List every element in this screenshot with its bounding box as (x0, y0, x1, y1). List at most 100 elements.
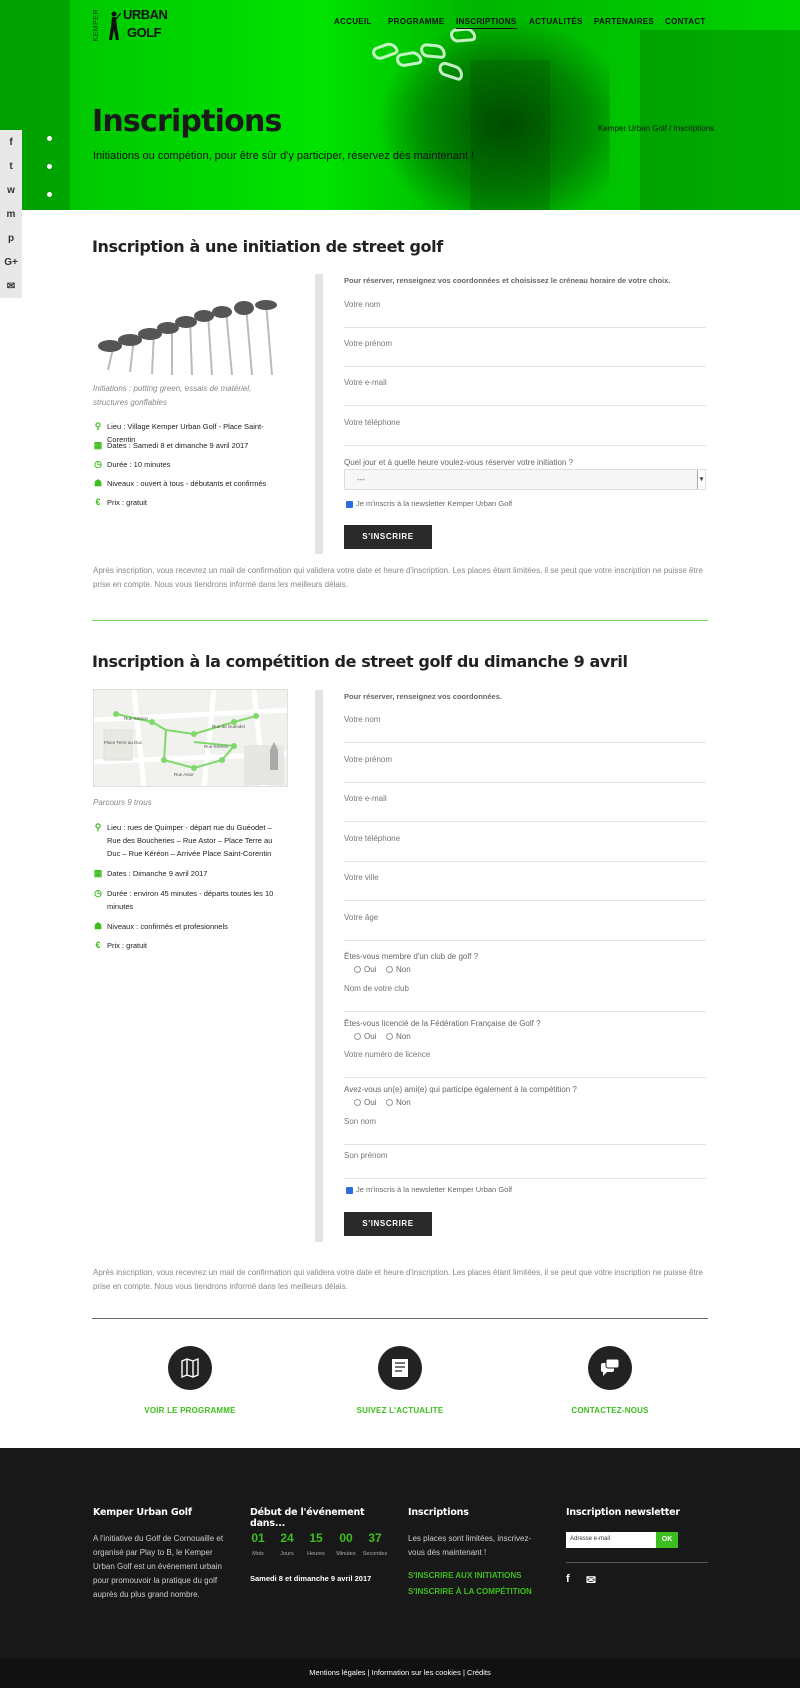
radio-icon[interactable] (354, 1099, 361, 1107)
whatsapp-icon[interactable]: w (0, 178, 22, 202)
map-label: Rue du Guéodet (212, 724, 246, 729)
nav-partenaires[interactable]: PARTENAIRES (594, 17, 654, 26)
feature-label[interactable]: SUIVEZ L'ACTUALITE (300, 1406, 500, 1415)
euro-icon: € (95, 497, 101, 507)
checkbox-icon[interactable] (346, 500, 353, 508)
slider-dot[interactable] (47, 164, 52, 169)
radio-icon[interactable] (354, 1033, 361, 1041)
club-question: Êtes-vous membre d'un club de golf ? (344, 952, 479, 961)
event-dates: Samedi 8 et dimanche 9 avril 2017 (250, 1572, 371, 1586)
radio-icon[interactable] (354, 966, 361, 974)
age-field[interactable]: Votre âge (344, 913, 706, 941)
golf-clubs-image (98, 300, 277, 376)
main-nav: ACCUEIL PROGRAMME INSCRIPTIONS ACTUALITÉ… (0, 17, 800, 31)
footer-newsletter: Inscription newsletter (566, 1507, 706, 1518)
newsletter-ok-button[interactable]: OK (656, 1532, 678, 1548)
news-icon[interactable] (378, 1346, 422, 1390)
info-text: Prix : gratuit (107, 498, 148, 507)
friend-yes-radio[interactable]: Oui (354, 1098, 376, 1107)
nav-accueil[interactable]: ACCUEIL (334, 17, 372, 26)
form-lead: Pour réserver, renseignez vos coordonnée… (344, 276, 671, 285)
footer-about-text: A l'initiative du Golf de Cornouaille et… (93, 1534, 224, 1599)
name-field[interactable]: Votre nom (344, 300, 706, 328)
google-plus-icon[interactable]: G+ (0, 250, 22, 274)
email-icon[interactable]: ✉ (586, 1573, 600, 1587)
footer-countdown: Début de l'événement dans... (250, 1507, 400, 1529)
city-field[interactable]: Votre ville (344, 873, 706, 901)
radio-label: Non (396, 1032, 411, 1041)
friend-name-field[interactable]: Son nom (344, 1117, 706, 1145)
page-subtitle: Initiations ou compétion, pour être sûr … (93, 150, 475, 162)
link-initiations[interactable]: S'INSCRIRE AUX INITIATIONS (408, 1571, 521, 1580)
feature-label[interactable]: VOIR LE PROGRAMME (90, 1406, 290, 1415)
nav-contact[interactable]: CONTACT (665, 17, 706, 26)
chat-icon[interactable] (588, 1346, 632, 1390)
submit-competition-button[interactable]: S'INSCRIRE (344, 1212, 432, 1236)
field-label: Votre âge (344, 913, 379, 922)
field-label: Votre téléphone (344, 418, 401, 427)
phone-field[interactable]: Votre téléphone (344, 834, 706, 862)
radio-icon[interactable] (386, 1099, 393, 1107)
licence-number-field[interactable]: Votre numéro de licence (344, 1050, 706, 1078)
feature-label[interactable]: CONTACTEZ-NOUS (510, 1406, 710, 1415)
email-icon[interactable]: ✉ (0, 274, 22, 298)
facebook-icon[interactable]: f (566, 1573, 580, 1587)
email-field[interactable]: Votre e-mail (344, 794, 706, 822)
newsletter-checkbox[interactable]: Je m'inscris à la newsletter Kemper Urba… (346, 1185, 512, 1194)
footer-bottom-links[interactable]: Mentions légales | Information sur les c… (0, 1658, 800, 1688)
page-title: Inscriptions (92, 104, 282, 139)
map-icon[interactable] (168, 1346, 212, 1390)
nav-programme[interactable]: PROGRAMME (388, 17, 444, 26)
countdown-unit: Heures (307, 1551, 325, 1557)
friend-no-radio[interactable]: Non (386, 1098, 411, 1107)
info-text: Prix : gratuit (107, 941, 148, 950)
map-label: Rue Astor (174, 772, 194, 777)
messenger-icon[interactable]: m (0, 202, 22, 226)
map-label: Place Terre au Duc (104, 740, 143, 745)
slider-dot[interactable] (47, 192, 52, 197)
firstname-field[interactable]: Votre prénom (344, 339, 706, 367)
map-label: Rue Kéréon (124, 716, 149, 721)
initiation-note: Après inscription, vous recevrez un mail… (93, 566, 703, 589)
initiation-title: Inscription à une initiation de street g… (92, 237, 443, 256)
footer-inscriptions: Inscriptions Les places sont limitées, i… (408, 1507, 548, 1560)
pinterest-icon[interactable]: p (0, 226, 22, 250)
radio-icon[interactable] (386, 966, 393, 974)
name-field[interactable]: Votre nom (344, 715, 706, 743)
hero-building (640, 30, 800, 210)
submit-initiation-button[interactable]: S'INSCRIRE (344, 525, 432, 549)
licence-yes-radio[interactable]: Oui (354, 1032, 376, 1041)
firstname-field[interactable]: Votre prénom (344, 755, 706, 783)
phone-field[interactable]: Votre téléphone (344, 418, 706, 446)
section-divider (92, 1318, 708, 1319)
newsletter-label: Je m'inscris à la newsletter Kemper Urba… (356, 1185, 513, 1194)
competition-title: Inscription à la compétition de street g… (92, 652, 628, 671)
form-divider (315, 690, 323, 1242)
calendar-icon: ▦ (93, 440, 103, 450)
nav-actualites[interactable]: ACTUALITÉS (529, 17, 583, 26)
newsletter-email-input[interactable]: Adresse e-mail (566, 1532, 656, 1548)
checkbox-icon[interactable] (346, 1186, 353, 1194)
facebook-icon[interactable]: f (0, 130, 22, 154)
breadcrumb[interactable]: Kemper Urban Golf / Inscriptions (598, 124, 714, 133)
club-no-radio[interactable]: Non (386, 965, 411, 974)
email-field[interactable]: Votre e-mail (344, 378, 706, 406)
slider-dot[interactable] (47, 136, 52, 141)
location-icon: ⚲ (94, 421, 102, 431)
initiation-caption: Initiations : putting green, essais de m… (93, 384, 252, 407)
link-competition[interactable]: S'INSCRIRE À LA COMPÉTITION (408, 1587, 532, 1596)
countdown-unit: Minutes (336, 1551, 356, 1557)
field-label: Votre ville (344, 873, 379, 882)
licence-no-radio[interactable]: Non (386, 1032, 411, 1041)
radio-icon[interactable] (386, 1033, 393, 1041)
friend-firstname-field[interactable]: Son prénom (344, 1151, 706, 1179)
info-text: Dates : Samedi 8 et dimanche 9 avril 201… (107, 441, 249, 450)
club-yes-radio[interactable]: Oui (354, 965, 376, 974)
twitter-icon[interactable]: t (0, 154, 22, 178)
chevron-down-icon[interactable]: ▾ (697, 470, 705, 489)
form-divider (315, 274, 323, 554)
newsletter-checkbox[interactable]: Je m'inscris à la newsletter Kemper Urba… (346, 499, 512, 508)
nav-inscriptions[interactable]: INSCRIPTIONS (456, 17, 517, 29)
club-name-field[interactable]: Nom de votre club (344, 984, 706, 1012)
slot-select[interactable]: --- ▾ (344, 469, 706, 490)
